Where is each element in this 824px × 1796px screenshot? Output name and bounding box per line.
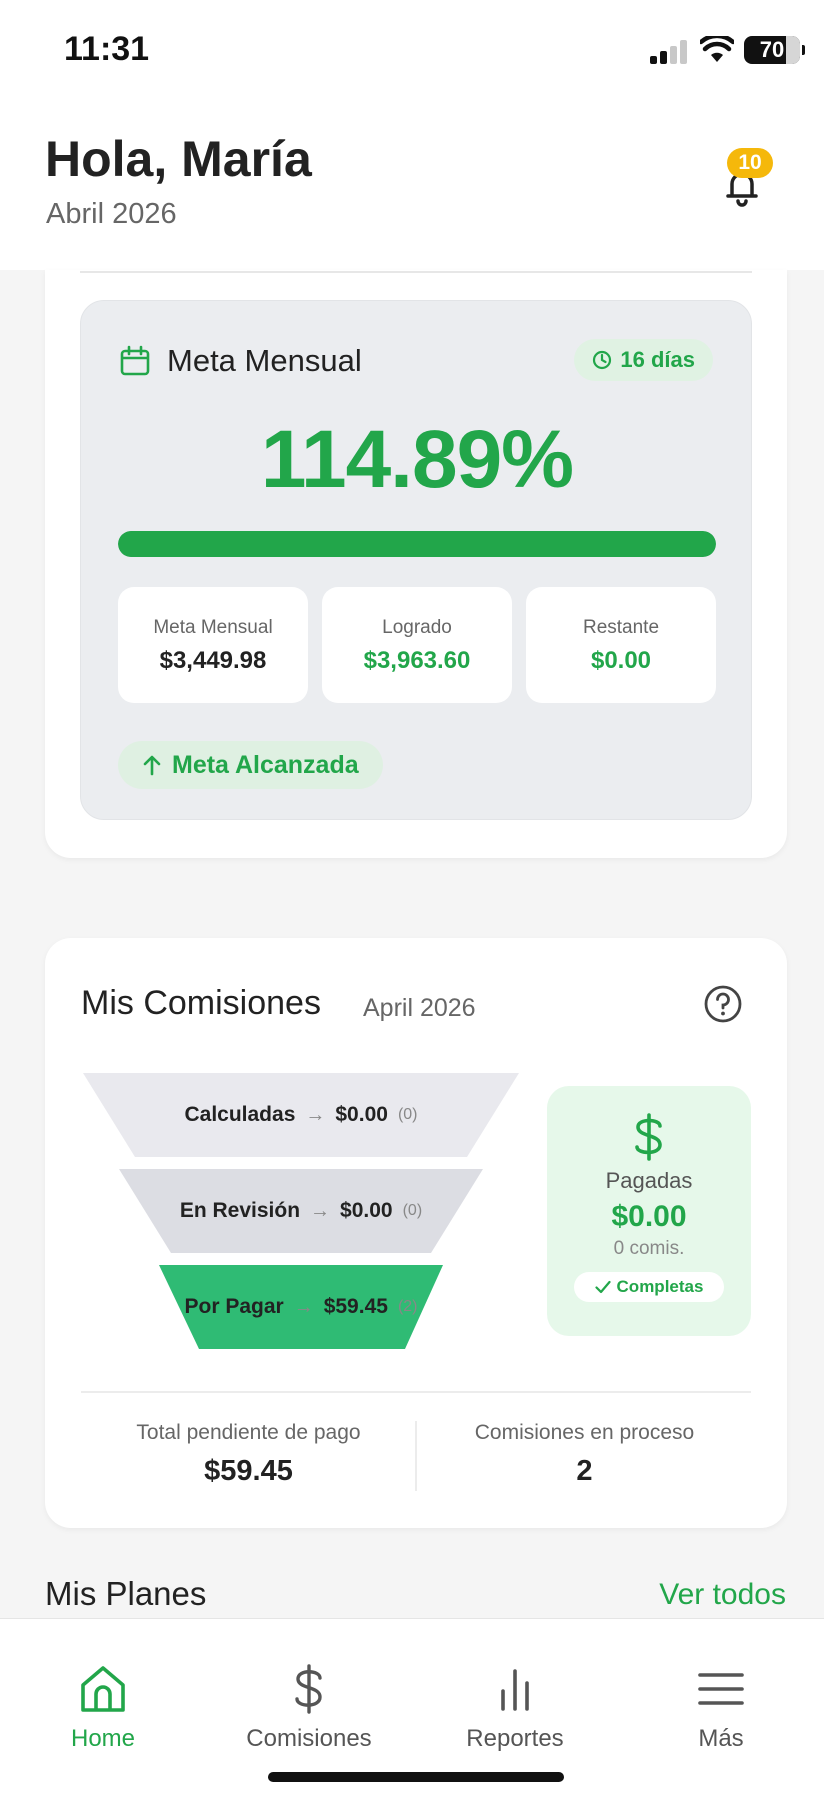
plans-title: Mis Planes <box>45 1575 207 1612</box>
stat-value: $3,963.60 <box>363 647 471 674</box>
tab-home[interactable]: Home <box>0 1663 206 1753</box>
status-time: 11:31 <box>64 30 150 68</box>
current-month: Abril 2026 <box>46 198 177 230</box>
days-left-text: 16 días <box>620 347 695 372</box>
dollar-icon <box>295 1664 322 1714</box>
view-all-plans-link[interactable]: Ver todos <box>659 1578 786 1612</box>
header: Hola, María Abril 2026 10 <box>0 110 824 270</box>
monthly-goal-card: Meta Mensual 16 días 114.89% Meta Mensua… <box>45 270 787 858</box>
menu-icon <box>698 1673 744 1705</box>
funnel-stage-name: Calculadas <box>184 1103 296 1126</box>
funnel-label-to-pay: Por Pagar → $59.45 (2) <box>83 1295 519 1319</box>
stat-value: $0.00 <box>590 647 652 674</box>
summary-value: $59.45 <box>204 1455 293 1487</box>
arrow-right-icon: → <box>305 1103 326 1126</box>
summary-label: Comisiones en proceso <box>474 1421 695 1444</box>
funnel-stage-name: En Revisión <box>179 1199 301 1222</box>
tab-label: Reportes <box>466 1725 564 1752</box>
goal-percent: 114.89% <box>260 414 574 505</box>
paid-label: Pagadas <box>605 1168 693 1193</box>
status-bar: 11:31 70 <box>0 0 824 110</box>
checkmark-icon <box>594 1280 611 1294</box>
funnel-stage-amount: $0.00 <box>335 1103 388 1126</box>
stat-remaining: Restante $0.00 <box>526 587 716 703</box>
paid-commissions-box[interactable]: Pagadas $0.00 0 comis. Completas <box>547 1086 751 1336</box>
funnel-stage-amount: $59.45 <box>323 1295 388 1318</box>
stat-value: $3,449.98 <box>159 647 267 674</box>
goal-progress-bar <box>118 531 716 557</box>
funnel-stage-count: (0) <box>402 1202 423 1219</box>
funnel-stage-name: Por Pagar <box>184 1295 284 1318</box>
days-left-badge: 16 días <box>574 339 713 381</box>
commissions-card: Mis Comisiones April 2026 Calculadas → $… <box>45 938 787 1528</box>
divider <box>81 1391 751 1393</box>
tab-reports[interactable]: Reportes <box>412 1663 618 1753</box>
dollar-icon <box>635 1113 662 1161</box>
wifi-icon <box>700 36 734 62</box>
clock-icon <box>593 350 612 370</box>
funnel-label-calculated: Calculadas → $0.00 (0) <box>83 1103 519 1127</box>
tab-more[interactable]: Más <box>618 1663 824 1753</box>
arrow-right-icon: → <box>310 1199 331 1222</box>
summary-value: 2 <box>576 1455 593 1487</box>
greeting-title: Hola, María <box>45 131 312 187</box>
monthly-goal-panel: Meta Mensual 16 días 114.89% Meta Mensua… <box>80 300 752 820</box>
calendar-icon <box>120 345 150 376</box>
battery-icon: 70 <box>744 36 805 64</box>
monthly-goal-title: Meta Mensual <box>167 343 362 378</box>
arrow-up-icon <box>143 755 161 776</box>
tab-label: Más <box>698 1725 744 1752</box>
funnel-stage-count: (2) <box>397 1298 418 1315</box>
funnel-label-review: En Revisión → $0.00 (0) <box>83 1199 519 1223</box>
paid-status-badge: Completas <box>574 1272 724 1302</box>
cellular-signal-icon <box>650 40 690 64</box>
goal-achieved-text: Meta Alcanzada <box>172 750 359 779</box>
goal-progress-fill <box>118 531 716 557</box>
tab-label: Comisiones <box>246 1725 372 1752</box>
commissions-funnel: Calculadas → $0.00 (0) En Revisión → $0.… <box>83 1073 519 1349</box>
monthly-goal-header: Meta Mensual <box>119 343 362 379</box>
arrow-right-icon: → <box>293 1295 314 1318</box>
stat-goal: Meta Mensual $3,449.98 <box>118 587 308 703</box>
tab-commissions[interactable]: Comisiones <box>206 1663 412 1753</box>
home-indicator <box>268 1772 564 1782</box>
paid-count: 0 comis. <box>613 1238 685 1259</box>
battery-level: 70 <box>759 37 785 62</box>
funnel-stage-amount: $0.00 <box>340 1199 393 1222</box>
notification-badge: 10 <box>727 148 773 178</box>
bar-chart-icon <box>501 1669 529 1711</box>
home-icon <box>81 1666 125 1712</box>
paid-status-text: Completas <box>616 1277 704 1296</box>
stat-label: Logrado <box>382 617 452 638</box>
summary-pending: Total pendiente de pago $59.45 <box>81 1421 416 1488</box>
commissions-month: April 2026 <box>363 994 476 1022</box>
divider <box>80 271 752 273</box>
summary-in-process: Comisiones en proceso 2 <box>417 1421 752 1488</box>
tab-bar: Home Comisiones Reportes Más <box>0 1618 824 1796</box>
goal-achieved-badge: Meta Alcanzada <box>118 741 383 789</box>
stat-achieved: Logrado $3,963.60 <box>322 587 512 703</box>
funnel-stage-count: (0) <box>397 1106 418 1123</box>
commissions-title: Mis Comisiones <box>81 984 321 1022</box>
stat-label: Meta Mensual <box>153 617 273 638</box>
tab-label: Home <box>70 1725 136 1752</box>
help-icon[interactable] <box>703 984 743 1024</box>
stat-label: Restante <box>582 617 660 638</box>
paid-amount: $0.00 <box>611 1200 687 1233</box>
summary-label: Total pendiente de pago <box>136 1421 361 1444</box>
